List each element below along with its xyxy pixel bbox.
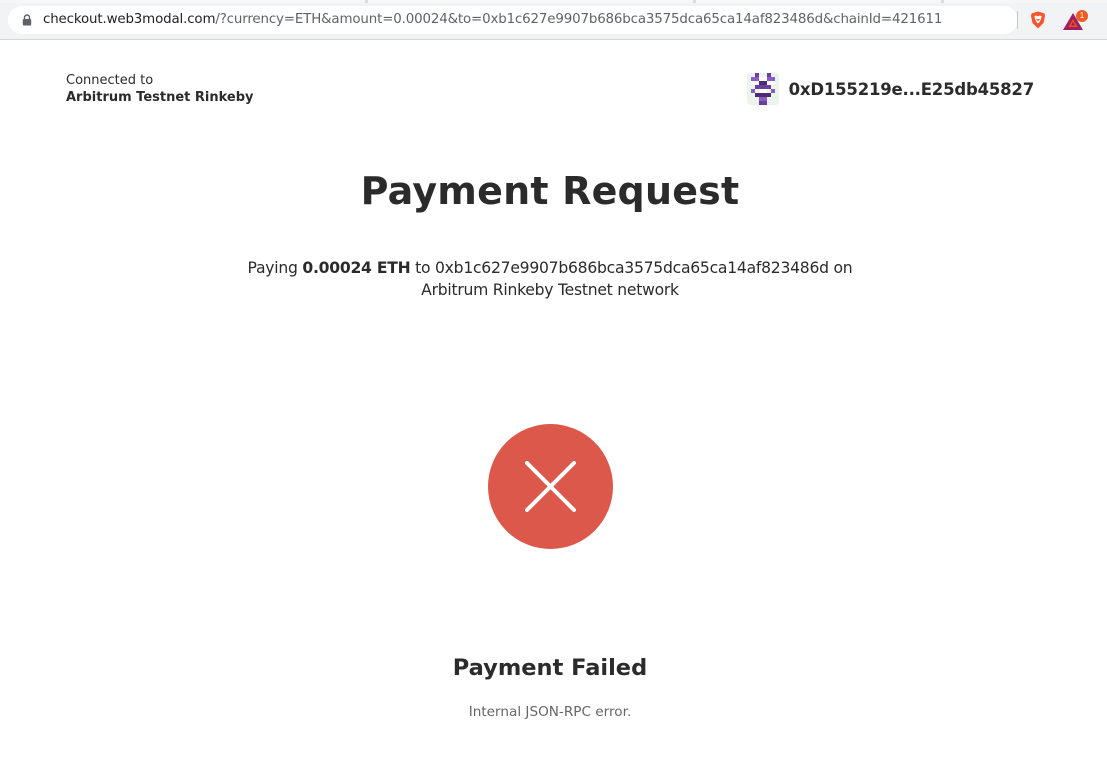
network-line: Arbitrum Rinkeby Testnet network xyxy=(421,281,679,299)
page-title: Payment Request xyxy=(360,169,740,213)
network-name: Arbitrum Testnet Rinkeby xyxy=(66,90,254,105)
rewards-badge: 1 xyxy=(1076,10,1088,22)
url-host: checkout.web3modal.com xyxy=(43,12,216,27)
brave-shield-icon[interactable] xyxy=(1030,11,1046,29)
bat-rewards-icon[interactable]: 1 xyxy=(1062,10,1090,32)
connected-label: Connected to xyxy=(66,73,154,88)
status-title: Payment Failed xyxy=(452,655,648,681)
recipient-address: 0xb1c627e9907b686bca3575dca65ca14af82348… xyxy=(435,259,829,277)
url-query: /?currency=ETH&amount=0.00024&to=0xb1c62… xyxy=(215,12,943,27)
url-text[interactable]: checkout.web3modal.com/?currency=ETH&amo… xyxy=(43,11,942,29)
to-word: to xyxy=(415,259,431,277)
avatar xyxy=(746,73,779,105)
connection-info: Connected to Arbitrum Testnet Rinkeby xyxy=(66,72,254,107)
account-address: 0xD155219e...E25db45827 xyxy=(788,79,1035,99)
payment-amount: 0.00024 ETH xyxy=(302,259,411,277)
on-word: on xyxy=(833,259,853,277)
paying-prefix: Paying xyxy=(247,259,298,277)
toolbar-divider xyxy=(1017,11,1018,29)
lock-icon[interactable] xyxy=(22,14,32,26)
account-button[interactable]: 0xD155219e...E25db45827 xyxy=(746,73,1035,105)
address-bar[interactable]: checkout.web3modal.com/?currency=ETH&amo… xyxy=(8,6,1018,34)
payment-description: Paying 0.00024 ETH to 0xb1c627e9907b686b… xyxy=(200,257,900,301)
tab-strip-edge xyxy=(0,0,1107,3)
error-x-icon xyxy=(488,424,613,549)
status-message: Internal JSON-RPC error. xyxy=(468,704,632,720)
browser-toolbar: checkout.web3modal.com/?currency=ETH&amo… xyxy=(0,0,1107,40)
